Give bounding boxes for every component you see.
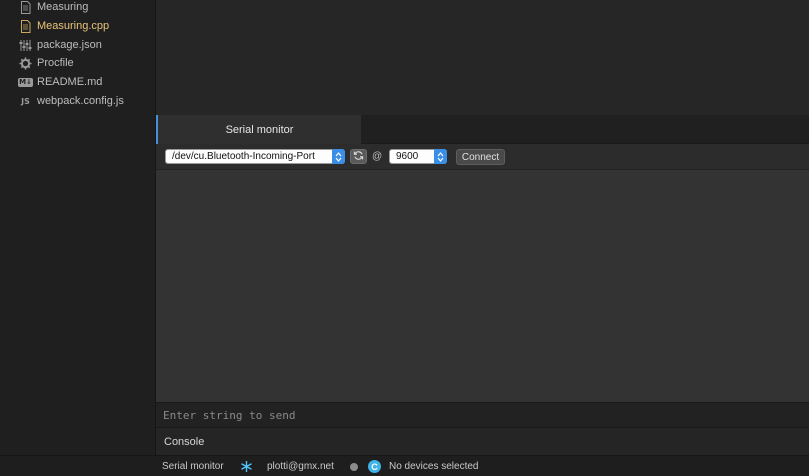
file-text-icon	[19, 0, 32, 14]
send-string-input[interactable]	[156, 403, 809, 427]
status-user-email[interactable]: plotti@gmx.net	[267, 456, 334, 476]
file-item-package-json[interactable]: package.json	[0, 36, 156, 54]
particle-icon[interactable]	[240, 456, 253, 476]
serial-output	[156, 170, 809, 402]
editor-area[interactable]	[156, 0, 809, 115]
panel-tab-strip: Serial monitor	[156, 115, 809, 144]
serial-toolbar: /dev/cu.Bluetooth-Incoming-Port @ 9600 C…	[156, 144, 809, 170]
file-text-icon	[19, 19, 32, 33]
port-select-value: /dev/cu.Bluetooth-Incoming-Port	[172, 151, 315, 162]
port-select[interactable]: /dev/cu.Bluetooth-Incoming-Port	[165, 149, 345, 164]
file-item-procfile[interactable]: Procfile	[0, 54, 156, 72]
file-item-label: README.md	[37, 76, 103, 88]
refresh-ports-button[interactable]	[350, 149, 367, 164]
package-icon	[19, 39, 32, 52]
console-header[interactable]: Console	[156, 427, 809, 455]
select-arrows-icon	[332, 149, 345, 164]
baud-rate-select[interactable]: 9600	[389, 149, 447, 164]
file-item-label: package.json	[37, 39, 102, 51]
status-bar: Serial monitor plotti@gmx.net C No devic…	[0, 455, 809, 476]
file-item-webpack-config[interactable]: JS webpack.config.js	[0, 92, 156, 110]
device-c-icon[interactable]: C	[368, 456, 381, 476]
at-label: @	[372, 151, 383, 162]
file-item-measuring-cpp[interactable]: Measuring.cpp	[0, 17, 156, 35]
gear-icon	[19, 57, 32, 70]
tab-serial-monitor[interactable]: Serial monitor	[156, 115, 361, 144]
serial-monitor-panel: Serial monitor /dev/cu.Bluetooth-Incomin…	[156, 115, 809, 427]
baud-select-value: 9600	[396, 151, 419, 162]
send-row	[156, 402, 809, 427]
app-window: Measuring Measuring.cpp package.json Pro…	[0, 0, 809, 476]
file-item-label: Procfile	[37, 57, 74, 69]
status-serial-monitor[interactable]: Serial monitor	[162, 456, 224, 476]
status-dot-icon	[350, 456, 358, 476]
refresh-icon	[353, 150, 364, 164]
file-tree-sidebar: Measuring Measuring.cpp package.json Pro…	[0, 0, 156, 455]
console-title: Console	[164, 435, 205, 448]
file-item-readme[interactable]: M↓ README.md	[0, 73, 156, 91]
status-devices[interactable]: No devices selected	[389, 456, 479, 476]
file-item-label: Measuring.cpp	[37, 20, 110, 32]
javascript-icon: JS	[21, 96, 30, 106]
connect-button[interactable]: Connect	[456, 149, 505, 165]
file-item-label: webpack.config.js	[37, 95, 124, 107]
file-item-label: Measuring	[37, 1, 89, 13]
file-item-measuring[interactable]: Measuring	[0, 0, 156, 16]
select-arrows-icon	[434, 149, 447, 164]
markdown-icon: M↓	[18, 77, 33, 87]
